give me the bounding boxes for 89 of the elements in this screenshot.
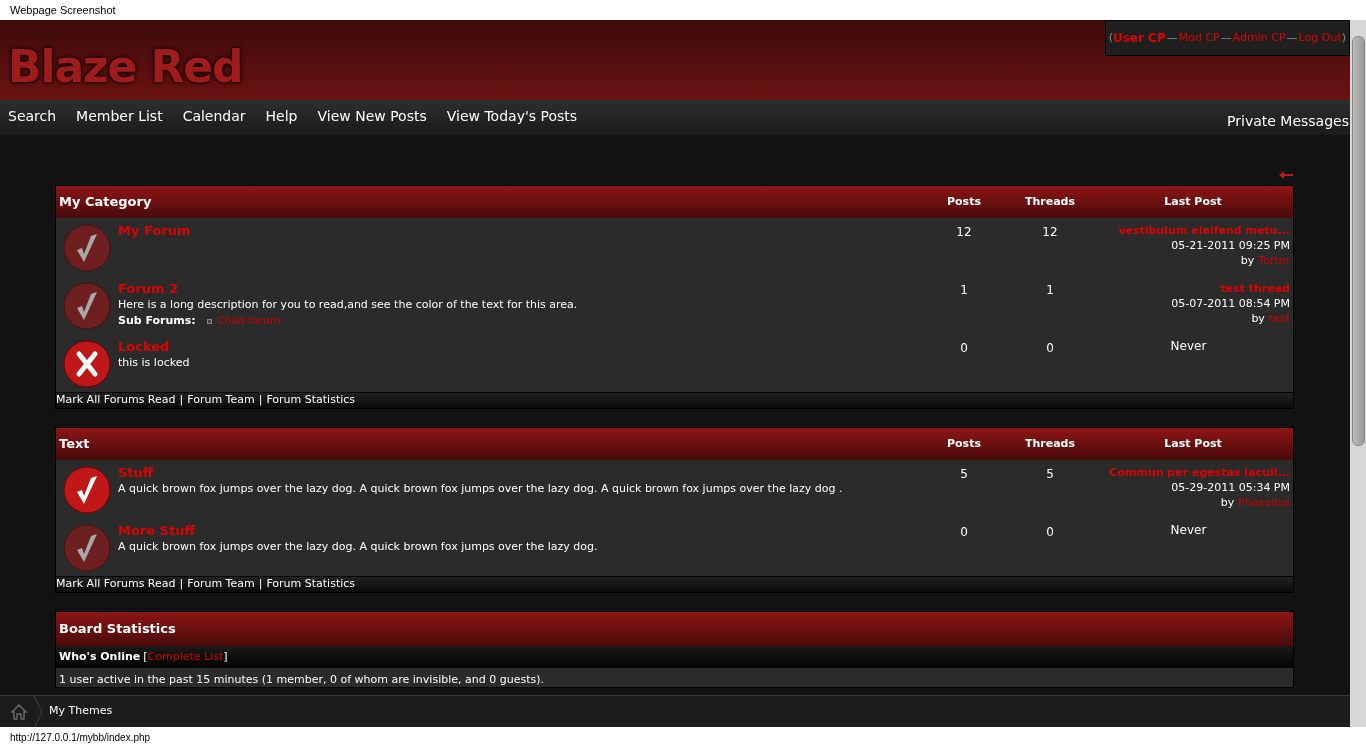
forum-description: this is locked <box>118 355 190 371</box>
last-post-date: 05-07-2011 08:54 PM <box>1171 296 1290 311</box>
footer-link[interactable]: Mark All Forums Read <box>56 392 176 409</box>
footer-link[interactable]: Forum Statistics <box>266 576 356 593</box>
separator: — <box>1286 29 1298 46</box>
nav-link[interactable]: View New Posts <box>317 106 427 127</box>
separator: — <box>1166 29 1178 46</box>
by-label: by <box>1251 311 1265 326</box>
footer-link[interactable]: Forum Team <box>187 576 255 593</box>
column-header: Threads <box>1023 435 1077 452</box>
logo: Blaze Red <box>8 40 243 94</box>
arrow-icon[interactable] <box>1279 171 1293 179</box>
subforum-link[interactable]: Child forum <box>216 313 281 329</box>
last-post-never: Never <box>1170 339 1208 354</box>
forum-title[interactable]: Stuff <box>118 465 154 481</box>
nav-link[interactable]: Help <box>265 106 298 127</box>
posts-count: 0 <box>959 524 969 541</box>
column-header: Posts <box>946 435 982 452</box>
check-icon <box>63 466 111 514</box>
forum-description: A quick brown fox jumps over the lazy dog. A quick brown fox jumps over the lazy dog. <box>118 539 598 555</box>
locked-icon <box>63 340 111 388</box>
posts-count: 5 <box>959 466 969 483</box>
user-link[interactable]: User CP <box>1113 29 1166 47</box>
check-icon <box>63 282 111 330</box>
threads-count: 0 <box>1045 524 1055 541</box>
forum-title[interactable]: My Forum <box>118 223 191 239</box>
threads-count: 12 <box>1041 224 1059 241</box>
separator: | <box>179 392 184 409</box>
home-icon[interactable] <box>11 703 27 720</box>
subforums-label: Sub Forums: <box>118 313 196 329</box>
forum-description: Here is a long description for you to read,and see the color of the text for this area. <box>118 297 578 313</box>
last-post-never: Never <box>1170 523 1208 538</box>
category-title[interactable]: My Category <box>56 192 921 212</box>
author-link[interactable]: Phasellus <box>1238 495 1290 510</box>
forum-title[interactable]: Locked <box>118 339 170 355</box>
window-title: Webpage Screenshot <box>10 2 116 18</box>
status-url: http://127.0.0.1/mybb/index.php <box>10 730 151 745</box>
nav-link[interactable]: Search <box>8 106 57 127</box>
separator: — <box>1220 29 1232 46</box>
nav-link[interactable]: View Today's Posts <box>446 106 578 127</box>
paren: ) <box>1341 29 1346 46</box>
bracket: [ <box>143 648 148 665</box>
last-post-link[interactable]: Commun per egestas iaculi... <box>1109 465 1290 480</box>
footer-link[interactable]: Mark All Forums Read <box>56 576 176 593</box>
forum-title[interactable]: More Stuff <box>118 523 195 539</box>
column-header: Last Post <box>1163 193 1223 210</box>
online-summary: 1 user active in the past 15 minutes (1 member, 0 of whom are invisible, and 0 guests). <box>59 673 545 687</box>
nav-link[interactable]: Calendar <box>182 106 246 127</box>
threads-count: 5 <box>1045 466 1055 483</box>
last-post-date: 05-29-2011 05:34 PM <box>1171 480 1290 495</box>
bullet-icon <box>206 318 212 324</box>
posts-count: 1 <box>959 282 969 299</box>
stats-title: Board Statistics <box>58 620 176 639</box>
by-label: by <box>1220 495 1235 510</box>
author-link[interactable]: Tortor <box>1258 253 1290 268</box>
separator: | <box>258 576 263 593</box>
last-post-date: 05-21-2011 09:25 PM <box>1171 238 1290 253</box>
footer-link[interactable]: Forum Team <box>187 392 255 409</box>
user-link[interactable]: Mod CP <box>1178 29 1220 47</box>
user-link[interactable]: Log Out <box>1298 29 1342 47</box>
bracket: ] <box>223 648 228 665</box>
nav-link[interactable]: Private Messages <box>1227 111 1349 132</box>
last-post-link[interactable]: test thread <box>1220 281 1290 296</box>
separator: | <box>179 576 184 593</box>
threads-count: 1 <box>1045 282 1055 299</box>
last-post-link[interactable]: vestibulum eleifend metu... <box>1118 223 1290 238</box>
check-icon <box>63 224 111 272</box>
column-header: Threads <box>1023 193 1077 210</box>
separator: | <box>258 392 263 409</box>
scroll-thumb[interactable] <box>1351 36 1365 446</box>
column-header: Last Post <box>1163 435 1223 452</box>
whos-online-label: Who's Online <box>59 648 141 665</box>
by-label: by <box>1240 253 1255 268</box>
breadcrumb-link[interactable]: My Themes <box>49 703 113 720</box>
forum-title[interactable]: Forum 2 <box>118 281 179 297</box>
nav-link[interactable]: Member List <box>76 106 163 127</box>
posts-count: 0 <box>959 340 969 357</box>
footer-link[interactable]: Forum Statistics <box>266 392 356 409</box>
check-icon <box>63 524 111 572</box>
category-title[interactable]: Text <box>56 434 921 454</box>
scrollbar[interactable] <box>1350 20 1366 727</box>
threads-count: 0 <box>1045 340 1055 357</box>
posts-count: 12 <box>955 224 973 241</box>
forum-description: A quick brown fox jumps over the lazy dog. A quick brown fox jumps over the lazy dog. A quick brown fox jumps over the lazy dog . <box>118 481 843 497</box>
user-link[interactable]: Admin CP <box>1232 29 1286 47</box>
complete-list-link[interactable]: Complete List <box>147 648 224 666</box>
paren: ( <box>1108 29 1113 46</box>
author-link[interactable]: test <box>1268 311 1290 326</box>
column-header: Posts <box>946 193 982 210</box>
